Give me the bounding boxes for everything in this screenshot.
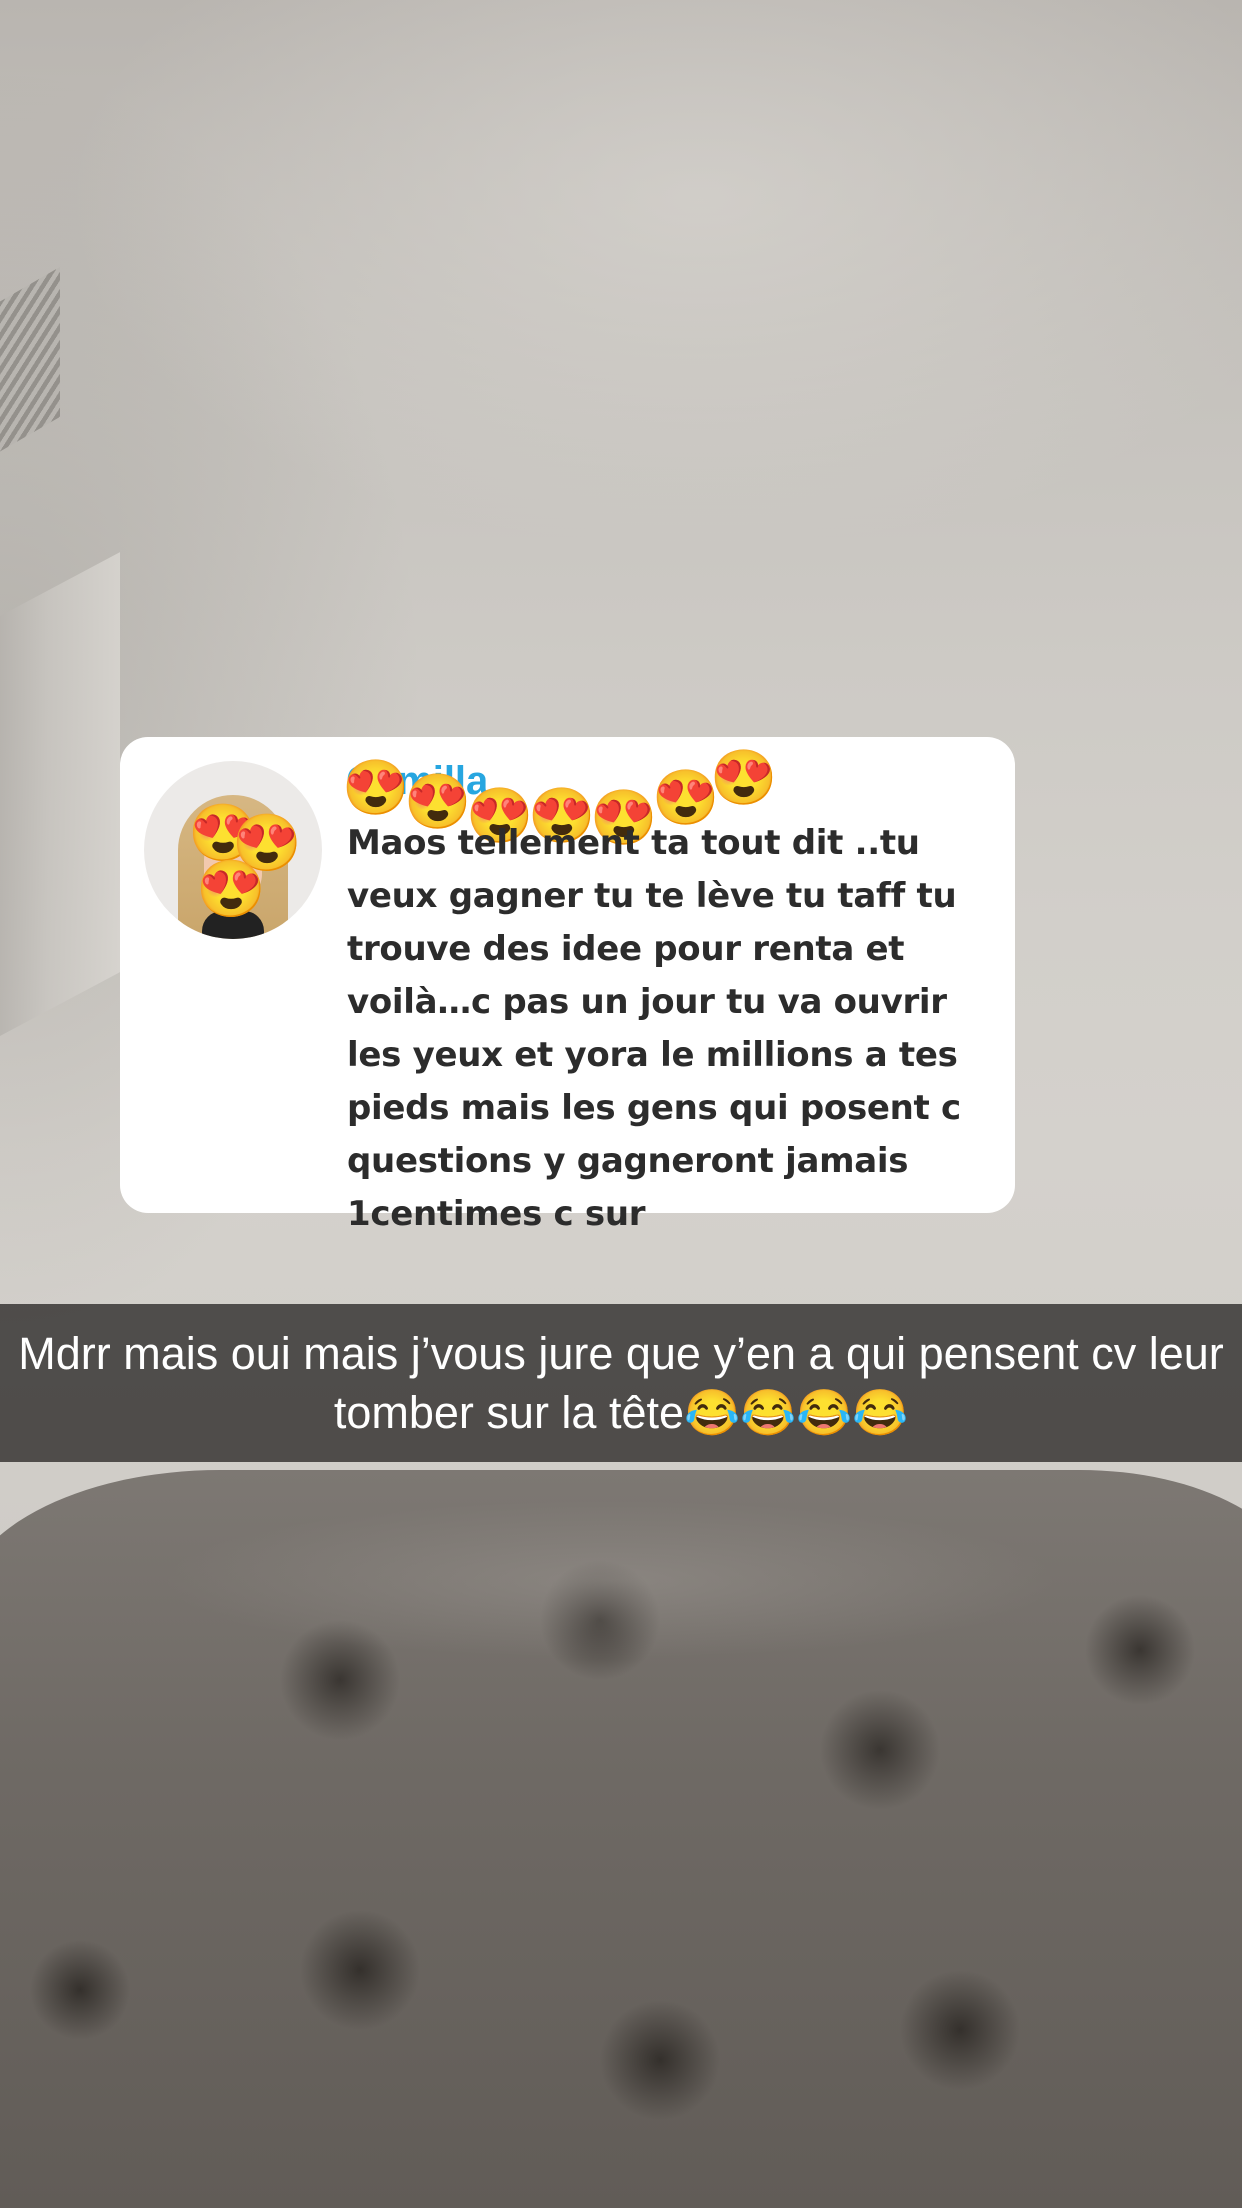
sofa-highlight — [160, 1500, 1060, 1660]
snap-photo-background: 😍 😍 😍 Camilla 😍 😍 😍 😍 😍 😍 😍 Maos telleme… — [0, 0, 1242, 2208]
avatar[interactable]: 😍 😍 😍 — [144, 761, 322, 939]
caption-bar[interactable]: Mdrr mais oui mais j’vous jure que y’en … — [0, 1304, 1242, 1462]
heart-eyes-emoji-icon: 😍 — [196, 857, 266, 920]
heart-eyes-emoji-icon: 😍 — [342, 758, 410, 818]
reply-sticker[interactable]: 😍 😍 😍 Camilla 😍 😍 😍 😍 😍 😍 😍 Maos telleme… — [120, 737, 1015, 1234]
reply-message: Maos tellement ta tout dit ..tu veux gag… — [347, 823, 961, 1234]
ceiling — [0, 0, 1242, 1460]
heart-eyes-emoji-icon: 😍 — [710, 748, 778, 808]
caption-text: Mdrr mais oui mais j’vous jure que y’en … — [18, 1328, 1224, 1438]
